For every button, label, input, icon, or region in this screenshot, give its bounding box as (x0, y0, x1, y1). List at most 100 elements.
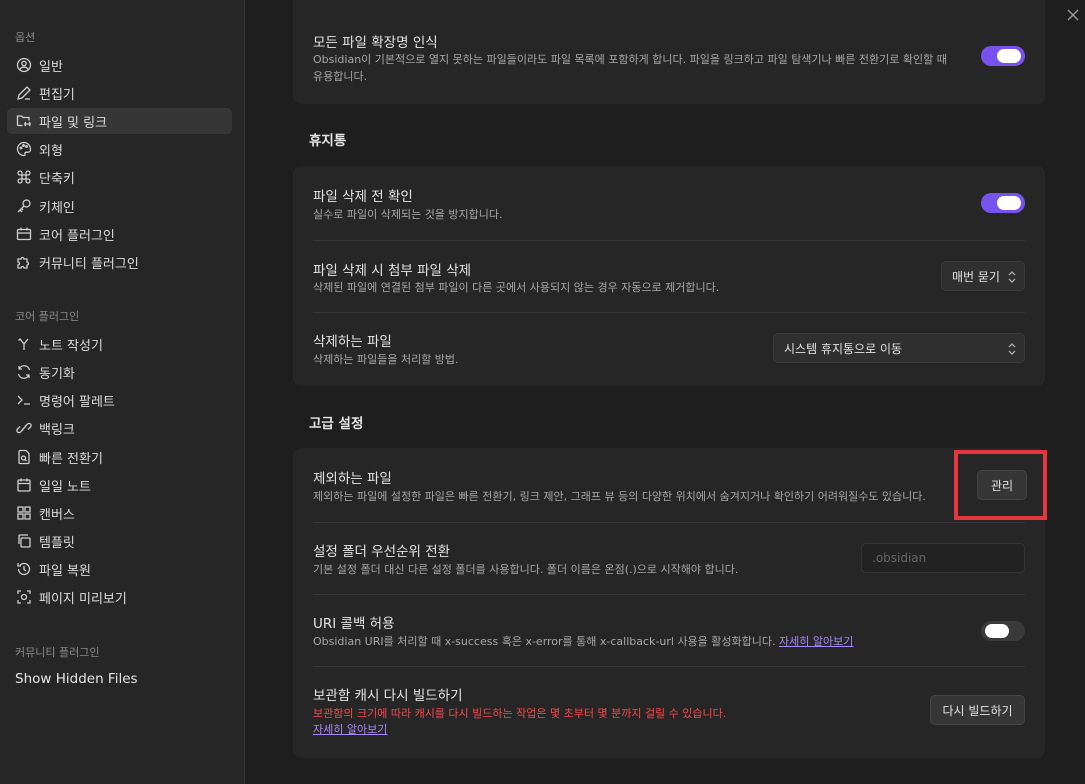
select-value: 시스템 휴지통으로 이동 (784, 341, 903, 356)
sidebar-item-page-preview[interactable]: 페이지 미리보기 (7, 584, 232, 610)
puzzle-icon (17, 256, 30, 269)
config-folder-input[interactable]: .obsidian (861, 543, 1025, 573)
sidebar-item-file-recovery[interactable]: 파일 복원 (7, 556, 232, 582)
sidebar-item-editor[interactable]: 편집기 (7, 80, 232, 106)
trash-settings-card: 파일 삭제 전 확인 실수로 파일이 삭제되는 것을 방지합니다. 파일 삭제 … (293, 166, 1045, 386)
setting-title: 삭제하는 파일 (313, 334, 392, 350)
highlight-box (954, 450, 1047, 520)
setting-title: URI 콜백 허용 (313, 616, 395, 632)
preview-icon (17, 590, 31, 604)
setting-confirm-delete: 파일 삭제 전 확인 실수로 파일이 삭제되는 것을 방지합니다. (313, 166, 1025, 240)
setting-link-row: 자세히 알아보기 (313, 721, 387, 738)
link-icon (16, 422, 32, 434)
setting-title: 파일 삭제 시 첨부 파일 삭제 (313, 263, 472, 279)
sidebar-item-sync[interactable]: 동기화 (7, 359, 232, 385)
setting-uri-callback: URI 콜백 허용 Obsidian URI를 처리할 때 x-success … (313, 594, 1025, 666)
deleted-files-select[interactable]: 시스템 휴지통으로 이동 (773, 333, 1025, 363)
community-plugins-group-header: 커뮤니티 플러그인 (15, 646, 100, 659)
settings-sidebar: 옵션 일반 편집기 파일 및 링크 외형 단축키 키체인 코어 플러그인 커뮤니… (0, 0, 245, 784)
setting-description: 삭제하는 파일들을 처리할 방법. (313, 353, 459, 366)
sidebar-item-label: 편집기 (39, 87, 75, 103)
detect-extensions-toggle[interactable] (981, 46, 1025, 66)
close-icon[interactable] (1066, 8, 1080, 22)
merge-icon (18, 338, 29, 350)
sidebar-item-label: 노트 작성기 (39, 338, 103, 354)
sidebar-item-canvas[interactable]: 캔버스 (7, 500, 232, 526)
sidebar-item-label: 키체인 (39, 200, 75, 216)
files-settings-card: 모든 파일 확장명 인식 Obsidian이 기본적으로 열지 못하는 파일들이… (293, 0, 1045, 104)
delete-attachments-select[interactable]: 매번 묻기 (941, 261, 1025, 291)
key-icon (17, 199, 31, 213)
sidebar-item-show-hidden-files[interactable]: Show Hidden Files (15, 671, 138, 687)
calendar-icon (17, 478, 31, 492)
sidebar-item-backlinks[interactable]: 백링크 (7, 415, 232, 441)
sidebar-item-label: 동기화 (39, 366, 75, 382)
chevron-updown-icon (1008, 271, 1016, 283)
section-advanced-header: 고급 설정 (309, 416, 364, 432)
setting-excluded-files: 제외하는 파일 제외하는 파일에 설정한 파일은 빠른 전환기, 링크 제안, … (313, 448, 1027, 522)
uri-callback-toggle[interactable] (981, 621, 1025, 641)
confirm-delete-toggle[interactable] (981, 193, 1025, 213)
sidebar-item-command-palette[interactable]: 명령어 팔레트 (7, 387, 232, 413)
setting-description: 삭제된 파일에 연결된 첨부 파일이 다른 곳에서 사용되지 않는 경우 자동으… (313, 281, 720, 294)
sidebar-item-hotkeys[interactable]: 단축키 (7, 164, 232, 190)
setting-title: 모든 파일 확장명 인식 (313, 35, 438, 51)
sidebar-item-label: 일일 노트 (39, 479, 91, 495)
setting-detect-all-extensions: 모든 파일 확장명 인식 Obsidian이 기본적으로 열지 못하는 파일들이… (313, 0, 1025, 104)
learn-more-link[interactable]: 자세히 알아보기 (779, 635, 853, 648)
setting-config-folder: 설정 폴더 우선순위 전환 기본 설정 폴더 대신 다른 설정 폴더를 사용합니… (313, 522, 1025, 594)
sidebar-item-daily-notes[interactable]: 일일 노트 (7, 472, 232, 498)
sidebar-item-note-composer[interactable]: 노트 작성기 (7, 331, 232, 357)
sidebar-item-label: 외형 (39, 143, 63, 159)
setting-deleted-files: 삭제하는 파일 삭제하는 파일들을 처리할 방법. 시스템 휴지통으로 이동 (313, 312, 1025, 386)
sidebar-item-label: 코어 플러그인 (39, 228, 115, 244)
description-text: Obsidian URI를 처리할 때 x-success 혹은 x-error… (313, 635, 776, 648)
sidebar-item-templates[interactable]: 템플릿 (7, 528, 232, 554)
sidebar-item-keychain[interactable]: 키체인 (7, 193, 232, 219)
history-icon (17, 562, 31, 576)
sidebar-item-label: 빠른 전환기 (39, 451, 103, 467)
grid-icon (17, 506, 31, 520)
learn-more-link[interactable]: 자세히 알아보기 (313, 723, 387, 736)
advanced-settings-card: 제외하는 파일 제외하는 파일에 설정한 파일은 빠른 전환기, 링크 제안, … (293, 448, 1045, 758)
select-value: 매번 묻기 (952, 269, 1000, 284)
chevron-updown-icon (1008, 343, 1016, 355)
terminal-icon (17, 395, 30, 405)
sidebar-item-label: 백링크 (39, 422, 75, 438)
toggle-knob (997, 196, 1021, 210)
setting-title: 보관함 캐시 다시 빌드하기 (313, 688, 463, 704)
sidebar-item-appearance[interactable]: 외형 (7, 136, 232, 162)
setting-description: 기본 설정 폴더 대신 다른 설정 폴더를 사용합니다. 폴더 이름은 온점(.… (313, 563, 739, 576)
sidebar-item-core-plugins[interactable]: 코어 플러그인 (7, 221, 232, 247)
sidebar-item-files-links[interactable]: 파일 및 링크 (7, 108, 232, 134)
command-icon (17, 170, 31, 184)
setting-delete-attachments: 파일 삭제 시 첨부 파일 삭제 삭제된 파일에 연결된 첨부 파일이 다른 곳… (313, 240, 1025, 312)
setting-description: Obsidian URI를 처리할 때 x-success 혹은 x-error… (313, 633, 853, 650)
sidebar-item-label: 명령어 팔레트 (39, 394, 115, 410)
sidebar-item-label: 일반 (39, 59, 63, 75)
copy-icon (18, 534, 31, 548)
setting-description: Obsidian이 기본적으로 열지 못하는 파일들이라도 파일 목록에 포함하… (313, 53, 947, 66)
sidebar-item-general[interactable]: 일반 (7, 52, 232, 78)
sidebar-item-community-plugins[interactable]: 커뮤니티 플러그인 (7, 249, 232, 275)
sidebar-item-label: 단축키 (39, 171, 75, 187)
setting-title: 설정 폴더 우선순위 전환 (313, 544, 451, 560)
sidebar-item-label: 커뮤니티 플러그인 (39, 256, 139, 272)
calendar-box-icon (16, 227, 32, 241)
options-group-header: 옵션 (15, 31, 36, 44)
rebuild-cache-button[interactable]: 다시 빌드하기 (930, 695, 1025, 725)
sidebar-item-label: 페이지 미리보기 (39, 591, 127, 607)
setting-title: 제외하는 파일 (313, 471, 392, 487)
sidebar-item-label: 캔버스 (39, 507, 75, 523)
sidebar-item-quick-switcher[interactable]: 빠른 전환기 (7, 444, 232, 470)
section-trash-header: 휴지통 (309, 133, 347, 149)
setting-description: 실수로 파일이 삭제되는 것을 방지합니다. (313, 208, 503, 221)
pencil-icon (17, 86, 31, 100)
sidebar-item-label: 템플릿 (39, 535, 75, 551)
sidebar-item-label: 파일 복원 (39, 563, 91, 579)
setting-title: 파일 삭제 전 확인 (313, 189, 413, 205)
setting-rebuild-cache: 보관함 캐시 다시 빌드하기 보관함의 크기에 따라 캐시를 다시 빌드하는 작… (313, 666, 1025, 758)
setting-warning: 보관함의 크기에 따라 캐시를 다시 빌드하는 작업은 몇 초부터 몇 분까지 … (313, 707, 727, 720)
file-search-icon (18, 449, 30, 465)
setting-description: 제외하는 파일에 설정한 파일은 빠른 전환기, 링크 제안, 그래프 뷰 등의… (313, 490, 926, 503)
